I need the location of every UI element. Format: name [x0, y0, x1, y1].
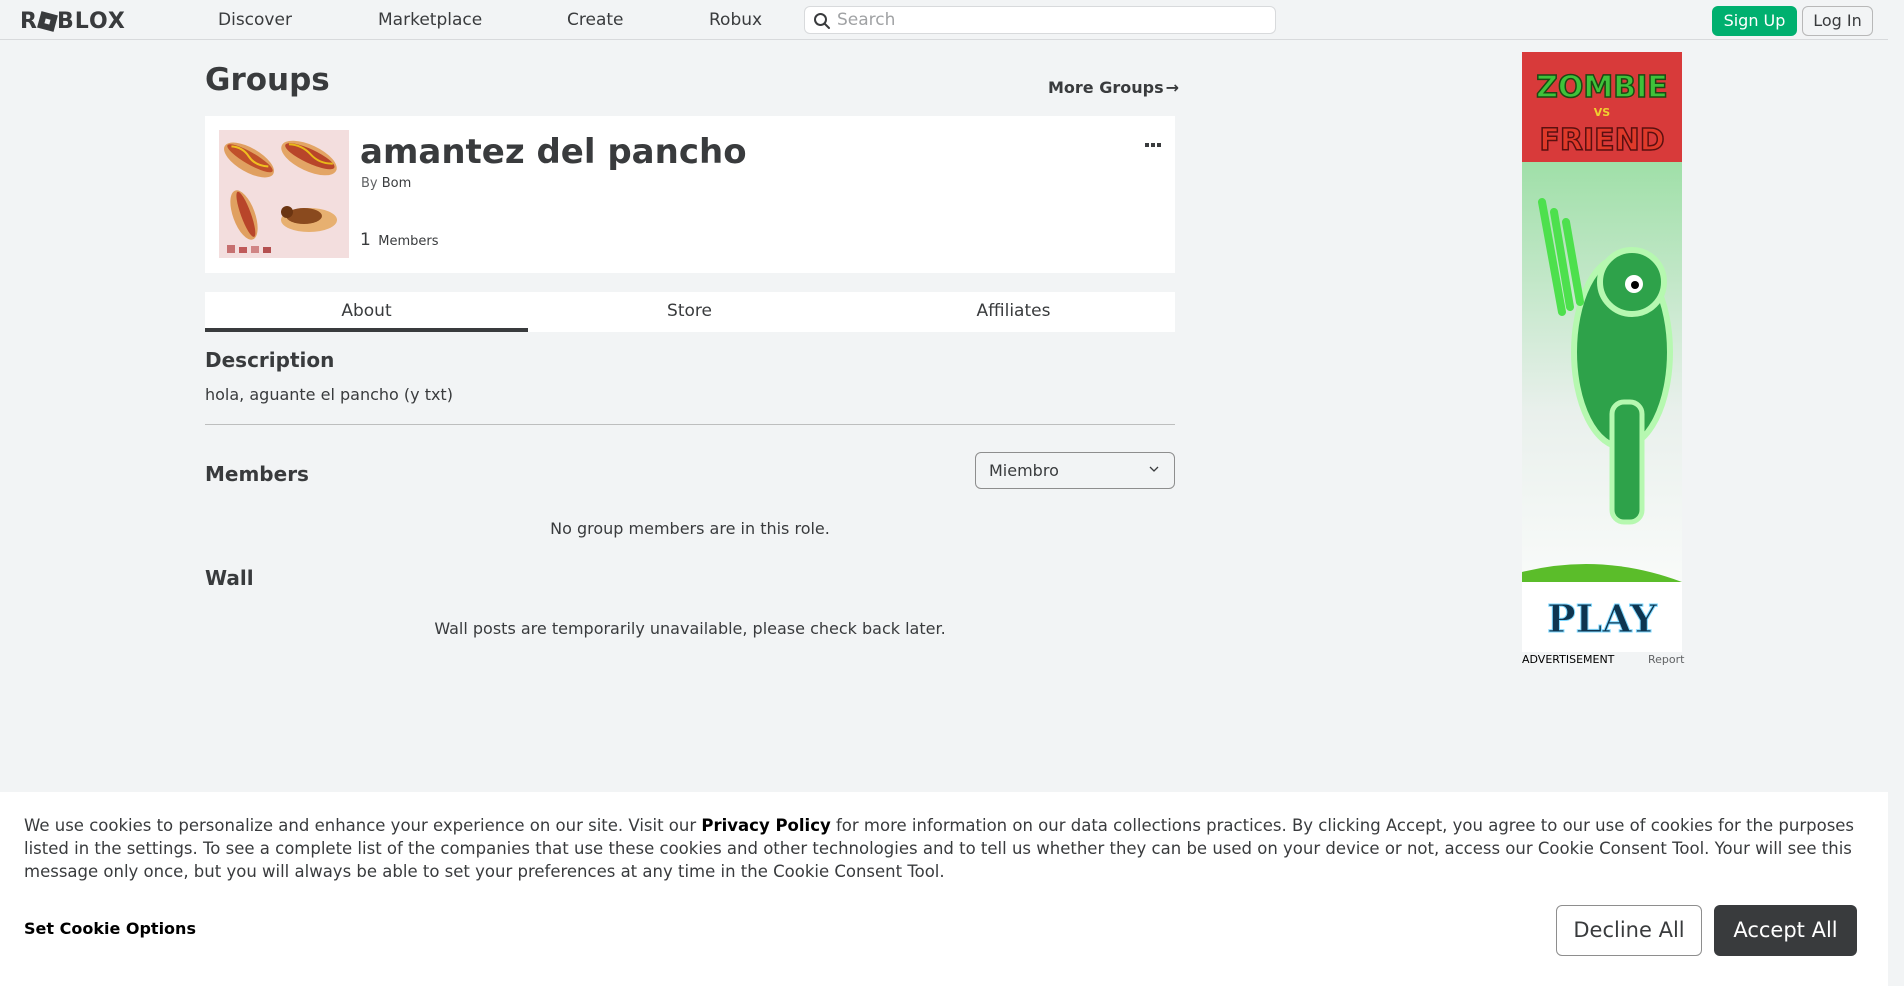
members-heading: Members [205, 462, 309, 486]
zombie-vs-friend-ad-image: ZOMBIE VS FRIEND PLAY [1522, 52, 1682, 652]
member-count-label: Members [378, 234, 439, 249]
more-groups-link[interactable]: More Groups → [1048, 78, 1179, 97]
group-header-card: amantez del pancho By Bom 1 Members [205, 116, 1175, 273]
set-cookie-options-link[interactable]: Set Cookie Options [24, 919, 196, 938]
page-title: Groups [205, 62, 330, 98]
ad-title-vs: VS [1594, 106, 1611, 119]
privacy-policy-link[interactable]: Privacy Policy [701, 816, 830, 835]
advertisement-banner[interactable]: ZOMBIE VS FRIEND PLAY [1522, 52, 1682, 652]
group-tabs: About Store Affiliates [205, 292, 1175, 332]
roblox-logo[interactable]: R BLOX [20, 9, 126, 34]
hotdog-image [219, 130, 349, 258]
top-navigation: R BLOX Discover Marketplace Create Robux … [0, 0, 1904, 40]
cookie-message: We use cookies to personalize and enhanc… [24, 814, 1864, 883]
nav-create[interactable]: Create [567, 10, 624, 30]
role-select-value: Miembro [989, 461, 1059, 480]
member-count: 1 Members [360, 230, 438, 250]
cookie-banner: We use cookies to personalize and enhanc… [0, 792, 1888, 986]
sign-up-button[interactable]: Sign Up [1712, 6, 1797, 36]
report-ad-link[interactable]: Report [1648, 653, 1684, 666]
tab-affiliates[interactable]: Affiliates [852, 292, 1175, 332]
description-heading: Description [205, 348, 335, 372]
wall-message: Wall posts are temporarily unavailable, … [434, 619, 946, 638]
advertisement-label: ADVERTISEMENT [1522, 653, 1615, 666]
by-label: By [361, 176, 378, 191]
ad-title-line2: FRIEND [1539, 123, 1664, 158]
member-count-value: 1 [360, 230, 371, 250]
cookie-text-before: We use cookies to personalize and enhanc… [24, 816, 702, 835]
tab-about[interactable]: About [205, 292, 528, 332]
page-scrollbar[interactable] [1888, 0, 1904, 986]
search-input[interactable] [837, 9, 1267, 31]
ad-play-label: PLAY [1547, 596, 1658, 641]
log-in-button[interactable]: Log In [1802, 6, 1873, 36]
owner-link[interactable]: Bom [382, 176, 412, 191]
role-select-dropdown[interactable]: Miembro [975, 452, 1175, 489]
decline-all-button[interactable]: Decline All [1556, 905, 1702, 956]
arrow-right-icon: → [1165, 78, 1180, 97]
nav-marketplace[interactable]: Marketplace [378, 10, 482, 30]
ad-title-line1: ZOMBIE [1536, 70, 1668, 105]
group-emblem-image [219, 130, 349, 258]
nav-discover[interactable]: Discover [218, 10, 292, 30]
more-groups-label: More Groups [1048, 78, 1164, 97]
more-options-icon[interactable] [1145, 132, 1165, 147]
wall-heading: Wall [205, 566, 254, 590]
divider [205, 424, 1175, 425]
chevron-down-icon [1149, 466, 1159, 472]
nav-robux[interactable]: Robux [709, 10, 762, 30]
group-name: amantez del pancho [360, 132, 747, 172]
group-description: hola, aguante el pancho (y txt) [205, 385, 453, 404]
group-owner: By Bom [361, 176, 411, 191]
search-box[interactable] [804, 6, 1276, 34]
search-icon [814, 13, 830, 29]
accept-all-button[interactable]: Accept All [1714, 905, 1857, 956]
tab-store[interactable]: Store [528, 292, 851, 332]
no-members-message: No group members are in this role. [550, 519, 830, 538]
